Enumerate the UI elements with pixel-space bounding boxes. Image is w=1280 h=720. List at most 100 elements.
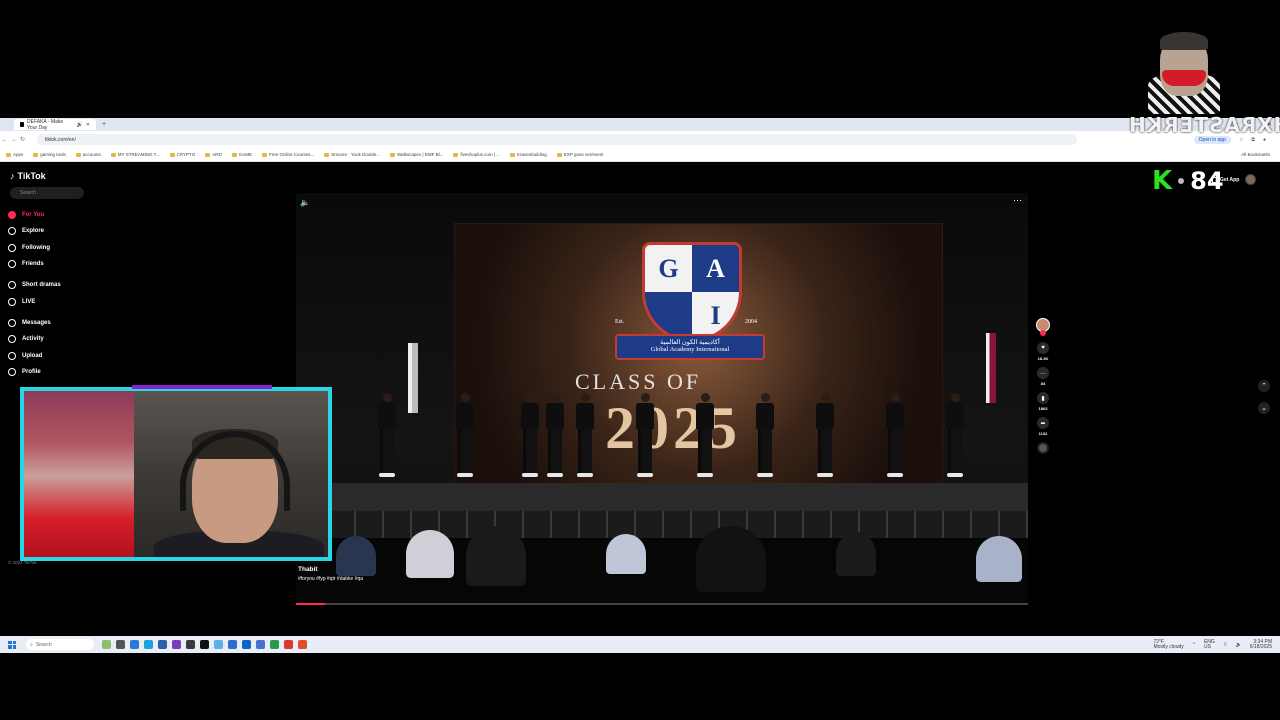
weather-desc: Mostly cloudy <box>1153 643 1184 650</box>
flag-left <box>408 343 418 413</box>
brave-icon[interactable] <box>298 640 307 649</box>
folder-icon <box>33 152 39 157</box>
search-placeholder: Search <box>20 190 36 196</box>
taskbar-search[interactable]: ⌕ Search <box>26 639 94 650</box>
dancer <box>521 393 539 477</box>
app-icon[interactable] <box>186 640 195 649</box>
home-icon <box>8 211 16 220</box>
mail-icon[interactable] <box>158 640 167 649</box>
back-icon[interactable]: ← <box>0 137 9 143</box>
sidebar-item-explore[interactable]: Explore <box>8 223 88 239</box>
mute-tab-icon[interactable]: 🔊 <box>77 122 83 128</box>
video-progress-bar[interactable] <box>296 603 1028 605</box>
volume-icon[interactable]: 🔈 <box>300 198 310 207</box>
user-avatar[interactable] <box>1245 174 1257 185</box>
app-icon[interactable] <box>214 640 223 649</box>
class-year-text: 2025 <box>605 395 741 461</box>
folder-icon <box>110 152 116 157</box>
tiktok-logo[interactable]: ♪ TikTok <box>10 171 46 181</box>
sidebar-item-messages[interactable]: Messages <box>8 315 88 331</box>
sidebar-item-upload[interactable]: Upload <box>8 347 88 363</box>
live-icon <box>8 297 16 306</box>
est-label: Est. <box>615 319 625 325</box>
app-icon[interactable] <box>284 640 293 649</box>
sidebar-item-short-dramas[interactable]: Short dramas <box>8 277 88 293</box>
bookmark-item[interactable]: CRYPTO <box>169 152 196 157</box>
language-indicator[interactable]: ENG US <box>1204 639 1215 650</box>
edge-icon[interactable] <box>130 640 139 649</box>
forward-icon[interactable]: → <box>9 137 18 143</box>
audience-head <box>406 530 454 578</box>
taskbar-clock[interactable]: 3:34 PM 6/18/2025 <box>1250 639 1272 650</box>
sidebar-item-friends[interactable]: Friends <box>8 256 88 272</box>
sidebar-item-activity[interactable]: Activity <box>8 331 88 347</box>
extensions-icon[interactable]: ⧉ <box>1251 137 1255 143</box>
bookmark-item[interactable]: Smoore · Yook Double... <box>324 152 380 157</box>
sidebar-item-following[interactable]: Following <box>8 240 88 256</box>
bookmark-item[interactable]: MY STREAMING T... <box>110 152 160 157</box>
video-author[interactable]: Thabit <box>298 566 363 573</box>
bookmark-icon[interactable]: ▮ <box>1037 392 1049 404</box>
sidebar-item-live[interactable]: LIVE <box>8 293 88 309</box>
like-heart-icon[interactable]: ♥ <box>1037 342 1049 354</box>
speaker-icon[interactable]: 🔈 <box>1236 642 1242 648</box>
linkedin-icon[interactable] <box>242 640 251 649</box>
dancer <box>696 393 714 477</box>
bookmark-item[interactable]: EXP goes ver/event <box>556 152 604 157</box>
flag-right <box>986 333 996 403</box>
bookmark-item[interactable]: Kravenbuilding <box>510 152 547 157</box>
audience-head <box>836 532 876 576</box>
address-bar[interactable]: tiktok.com/en/ <box>37 134 1077 145</box>
bookmark-item[interactable]: accounts <box>75 152 101 157</box>
video-player[interactable]: G A I Est. 2004 أكاديمية الكون العالمية … <box>296 193 1028 605</box>
bookmark-item[interactable]: Apps <box>6 152 23 157</box>
reload-icon[interactable]: ↻ <box>18 136 27 143</box>
weather-widget[interactable]: 72°F Mostly cloudy <box>1153 639 1184 650</box>
bookmark-item[interactable]: ARD <box>205 152 222 157</box>
sidebar-item-for-you[interactable]: For You <box>8 207 88 223</box>
app-icon[interactable] <box>172 640 181 649</box>
video-hashtags[interactable]: #foryou #fyp #qtr #dabke #qa <box>298 576 363 582</box>
sidebar-item-profile[interactable]: Profile <box>8 364 88 380</box>
chevron-up-icon[interactable]: ⌃ <box>1258 380 1270 392</box>
chrome-icon[interactable] <box>270 640 279 649</box>
crest-letter-i: I <box>692 292 739 339</box>
widget-icon[interactable] <box>102 640 111 649</box>
school-name-arabic: أكاديمية الكون العالمية <box>660 339 720 346</box>
share-arrow-icon[interactable]: ➦ <box>1037 417 1049 429</box>
system-tray: 72°F Mostly cloudy ⌃ ENG US ⌔ 🔈 3:34 PM … <box>1153 639 1280 650</box>
close-tab-icon[interactable]: ✕ <box>86 122 90 128</box>
task-view-icon[interactable] <box>116 640 125 649</box>
app-icon[interactable] <box>256 640 265 649</box>
dancer <box>816 393 834 477</box>
profile-icon[interactable]: ● <box>1263 137 1266 143</box>
store-icon[interactable] <box>144 640 153 649</box>
bookmark-label: CRYPTO <box>176 152 196 157</box>
bookmark-item[interactable]: gaming tools <box>33 152 66 157</box>
bookmark-item[interactable]: Walkscapes | EMF Bl... <box>390 152 443 157</box>
tray-chevron-icon[interactable]: ⌃ <box>1192 642 1196 648</box>
app-icon[interactable] <box>228 640 237 649</box>
viewer-count: 84 <box>1190 167 1224 195</box>
new-tab-button[interactable]: + <box>102 121 106 128</box>
dancer <box>546 393 564 477</box>
windows-start-icon[interactable] <box>8 640 16 649</box>
wifi-icon[interactable]: ⌔ <box>1223 642 1228 648</box>
star-icon[interactable]: ☆ <box>1239 137 1243 143</box>
browser-tab[interactable]: DEFAKA - Make Your Day 🔊 ✕ <box>14 118 96 131</box>
stage-floor <box>326 483 1028 511</box>
compass-icon <box>8 227 16 236</box>
search-input[interactable]: Search <box>10 187 84 199</box>
chevron-down-icon[interactable]: ⌄ <box>1258 402 1270 414</box>
bookmark-item[interactable]: fiveshoplus.com | ... <box>453 152 500 157</box>
tab-title: DEFAKA - Make Your Day <box>27 118 64 131</box>
taskbar-apps <box>102 640 307 649</box>
all-bookmarks-button[interactable]: All Bookmarks <box>1241 152 1280 157</box>
comment-icon[interactable]: … <box>1037 367 1049 379</box>
x-app-icon[interactable] <box>200 640 209 649</box>
bookmark-item[interactable]: GAME <box>231 152 252 157</box>
follow-plus-icon[interactable] <box>1040 330 1046 336</box>
bookmark-item[interactable]: Free Online Courses... <box>262 152 314 157</box>
music-disc-icon[interactable] <box>1037 442 1049 454</box>
more-options-icon[interactable]: ⋯ <box>1013 195 1022 206</box>
